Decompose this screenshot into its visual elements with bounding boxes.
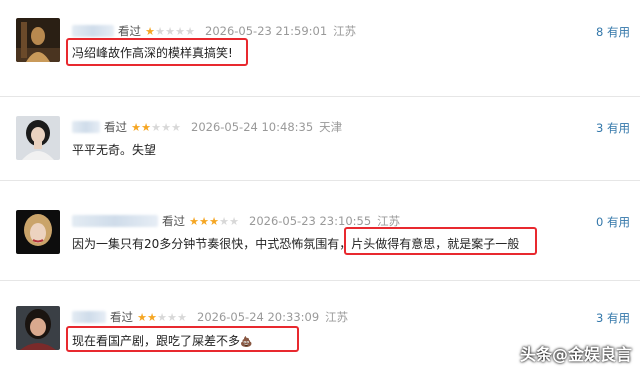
highlight-box — [66, 38, 248, 66]
star-icon: ★ — [185, 24, 195, 38]
watched-label: 看过 — [110, 310, 133, 324]
comment-text: 平平无奇。失望 — [72, 143, 157, 157]
star-icon: ★ — [147, 310, 157, 324]
star-icon: ★ — [145, 24, 155, 38]
star-icon: ★ — [141, 120, 151, 134]
username[interactable] — [72, 215, 158, 227]
highlight-box — [344, 227, 537, 255]
rating-stars: ★ ★ ★ ★ ★ — [145, 26, 195, 37]
useful-count[interactable]: 3 有用 — [596, 310, 630, 326]
timestamp: 2026-05-23 21:59:01 — [205, 24, 328, 38]
username[interactable] — [72, 25, 114, 37]
divider — [0, 180, 640, 181]
useful-count[interactable]: 0 有用 — [596, 214, 630, 230]
star-icon: ★ — [161, 120, 171, 134]
star-icon: ★ — [137, 310, 147, 324]
watched-label: 看过 — [104, 120, 127, 134]
rating-stars: ★ ★ ★ ★ ★ — [137, 312, 187, 323]
star-icon: ★ — [131, 120, 141, 134]
timestamp: 2026-05-24 20:33:09 — [197, 310, 320, 324]
star-icon: ★ — [229, 214, 239, 228]
star-icon: ★ — [177, 310, 187, 324]
avatar[interactable] — [16, 210, 60, 254]
star-icon: ★ — [209, 214, 219, 228]
username[interactable] — [72, 311, 106, 323]
location: 天津 — [319, 120, 343, 134]
star-icon: ★ — [167, 310, 177, 324]
star-icon: ★ — [157, 310, 167, 324]
location: 江苏 — [325, 310, 349, 324]
rating-stars: ★ ★ ★ ★ ★ — [189, 216, 239, 227]
star-icon: ★ — [175, 24, 185, 38]
timestamp: 2026-05-23 23:10:55 — [249, 214, 372, 228]
watched-label: 看过 — [118, 24, 141, 38]
star-icon: ★ — [151, 120, 161, 134]
divider — [0, 280, 640, 281]
avatar[interactable] — [16, 306, 60, 350]
star-icon: ★ — [165, 24, 175, 38]
avatar[interactable] — [16, 116, 60, 160]
watched-label: 看过 — [162, 214, 185, 228]
star-icon: ★ — [199, 214, 209, 228]
highlight-box — [66, 326, 299, 352]
location: 江苏 — [333, 24, 357, 38]
divider — [0, 96, 640, 97]
useful-count[interactable]: 3 有用 — [596, 120, 630, 136]
username[interactable] — [72, 121, 100, 133]
watermark: 头条@金娱良言 — [519, 345, 632, 364]
avatar[interactable] — [16, 18, 60, 62]
star-icon: ★ — [155, 24, 165, 38]
useful-count[interactable]: 8 有用 — [596, 24, 630, 40]
rating-stars: ★ ★ ★ ★ ★ — [131, 122, 181, 133]
star-icon: ★ — [189, 214, 199, 228]
timestamp: 2026-05-24 10:48:35 — [191, 120, 314, 134]
star-icon: ★ — [171, 120, 181, 134]
star-icon: ★ — [219, 214, 229, 228]
